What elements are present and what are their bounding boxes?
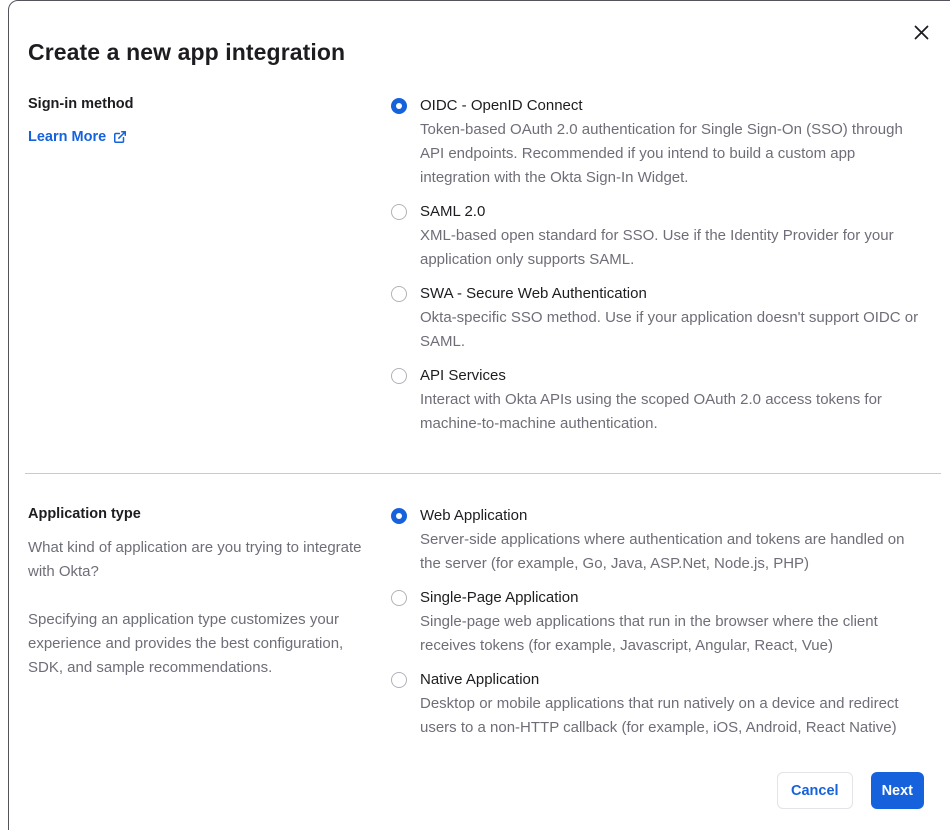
application-type-left-column: Application type What kind of applicatio… <box>28 504 368 740</box>
radio-option-description: XML-based open standard for SSO. Use if … <box>420 227 894 268</box>
radio-option[interactable]: SAML 2.0 XML-based open standard for SSO… <box>391 200 924 272</box>
radio-option-label: OIDC - OpenID Connect <box>420 97 583 114</box>
radio-option-label: SWA - Secure Web Authentication <box>420 285 647 302</box>
radio-option-text: SAML 2.0 XML-based open standard for SSO… <box>420 200 924 272</box>
application-type-section: Application type What kind of applicatio… <box>28 504 950 740</box>
close-x-glyph <box>914 25 928 39</box>
next-button[interactable]: Next <box>870 772 924 809</box>
radio-button-icon[interactable] <box>391 368 407 384</box>
radio-option-description: Token-based OAuth 2.0 authentication for… <box>420 121 903 186</box>
radio-option-description: Okta-specific SSO method. Use if your ap… <box>420 309 919 350</box>
radio-button-icon[interactable] <box>391 286 407 302</box>
radio-option-description: Server-side applications where authentic… <box>420 531 905 572</box>
radio-option-label: SAML 2.0 <box>420 203 486 220</box>
radio-option[interactable]: Web Application Server-side applications… <box>391 504 924 576</box>
radio-option-description: Desktop or mobile applications that run … <box>420 695 899 736</box>
radio-option[interactable]: OIDC - OpenID Connect Token-based OAuth … <box>391 94 924 190</box>
radio-option-label: Native Application <box>420 671 540 688</box>
radio-option-text: API Services Interact with Okta APIs usi… <box>420 364 924 436</box>
signin-method-options: OIDC - OpenID Connect Token-based OAuth … <box>391 94 924 436</box>
page-title: Create a new app integration <box>28 39 346 65</box>
signin-method-left-column: Sign-in method Learn More <box>28 94 368 436</box>
application-type-description-2: Specifying an application type customize… <box>28 611 344 676</box>
radio-option-text: Single-Page Application Single-page web … <box>420 586 924 658</box>
radio-option-label: Single-Page Application <box>420 589 579 606</box>
modal-footer: Cancel Next <box>28 772 924 809</box>
radio-option[interactable]: Single-Page Application Single-page web … <box>391 586 924 658</box>
radio-option[interactable]: Native Application Desktop or mobile app… <box>391 668 924 740</box>
application-type-heading: Application type <box>28 506 141 522</box>
signin-method-heading: Sign-in method <box>28 96 134 112</box>
section-divider <box>25 473 941 474</box>
learn-more-label: Learn More <box>28 129 107 145</box>
application-type-description-1: What kind of application are you trying … <box>28 539 362 580</box>
external-link-icon <box>114 130 127 144</box>
radio-option-text: OIDC - OpenID Connect Token-based OAuth … <box>420 94 924 190</box>
radio-button-icon[interactable] <box>391 98 407 114</box>
radio-button-icon[interactable] <box>391 590 407 606</box>
radio-option[interactable]: SWA - Secure Web Authentication Okta-spe… <box>391 282 924 354</box>
close-icon[interactable] <box>906 17 936 47</box>
radio-option-text: Web Application Server-side applications… <box>420 504 924 576</box>
radio-button-icon[interactable] <box>391 204 407 220</box>
radio-option[interactable]: API Services Interact with Okta APIs usi… <box>391 364 924 436</box>
radio-option-description: Single-page web applications that run in… <box>420 613 878 654</box>
radio-button-icon[interactable] <box>391 508 407 524</box>
radio-option-label: API Services <box>420 367 506 384</box>
radio-button-icon[interactable] <box>391 672 407 688</box>
cancel-button[interactable]: Cancel <box>777 772 853 809</box>
radio-option-description: Interact with Okta APIs using the scoped… <box>420 391 882 432</box>
learn-more-link[interactable]: Learn More <box>28 129 127 145</box>
radio-option-label: Web Application <box>420 507 528 524</box>
signin-method-section: Sign-in method Learn More OIDC - OpenID … <box>28 94 950 436</box>
radio-option-text: Native Application Desktop or mobile app… <box>420 668 924 740</box>
radio-option-text: SWA - Secure Web Authentication Okta-spe… <box>420 282 924 354</box>
application-type-options: Web Application Server-side applications… <box>391 504 924 740</box>
create-app-integration-modal: Create a new app integration Sign-in met… <box>8 0 950 830</box>
